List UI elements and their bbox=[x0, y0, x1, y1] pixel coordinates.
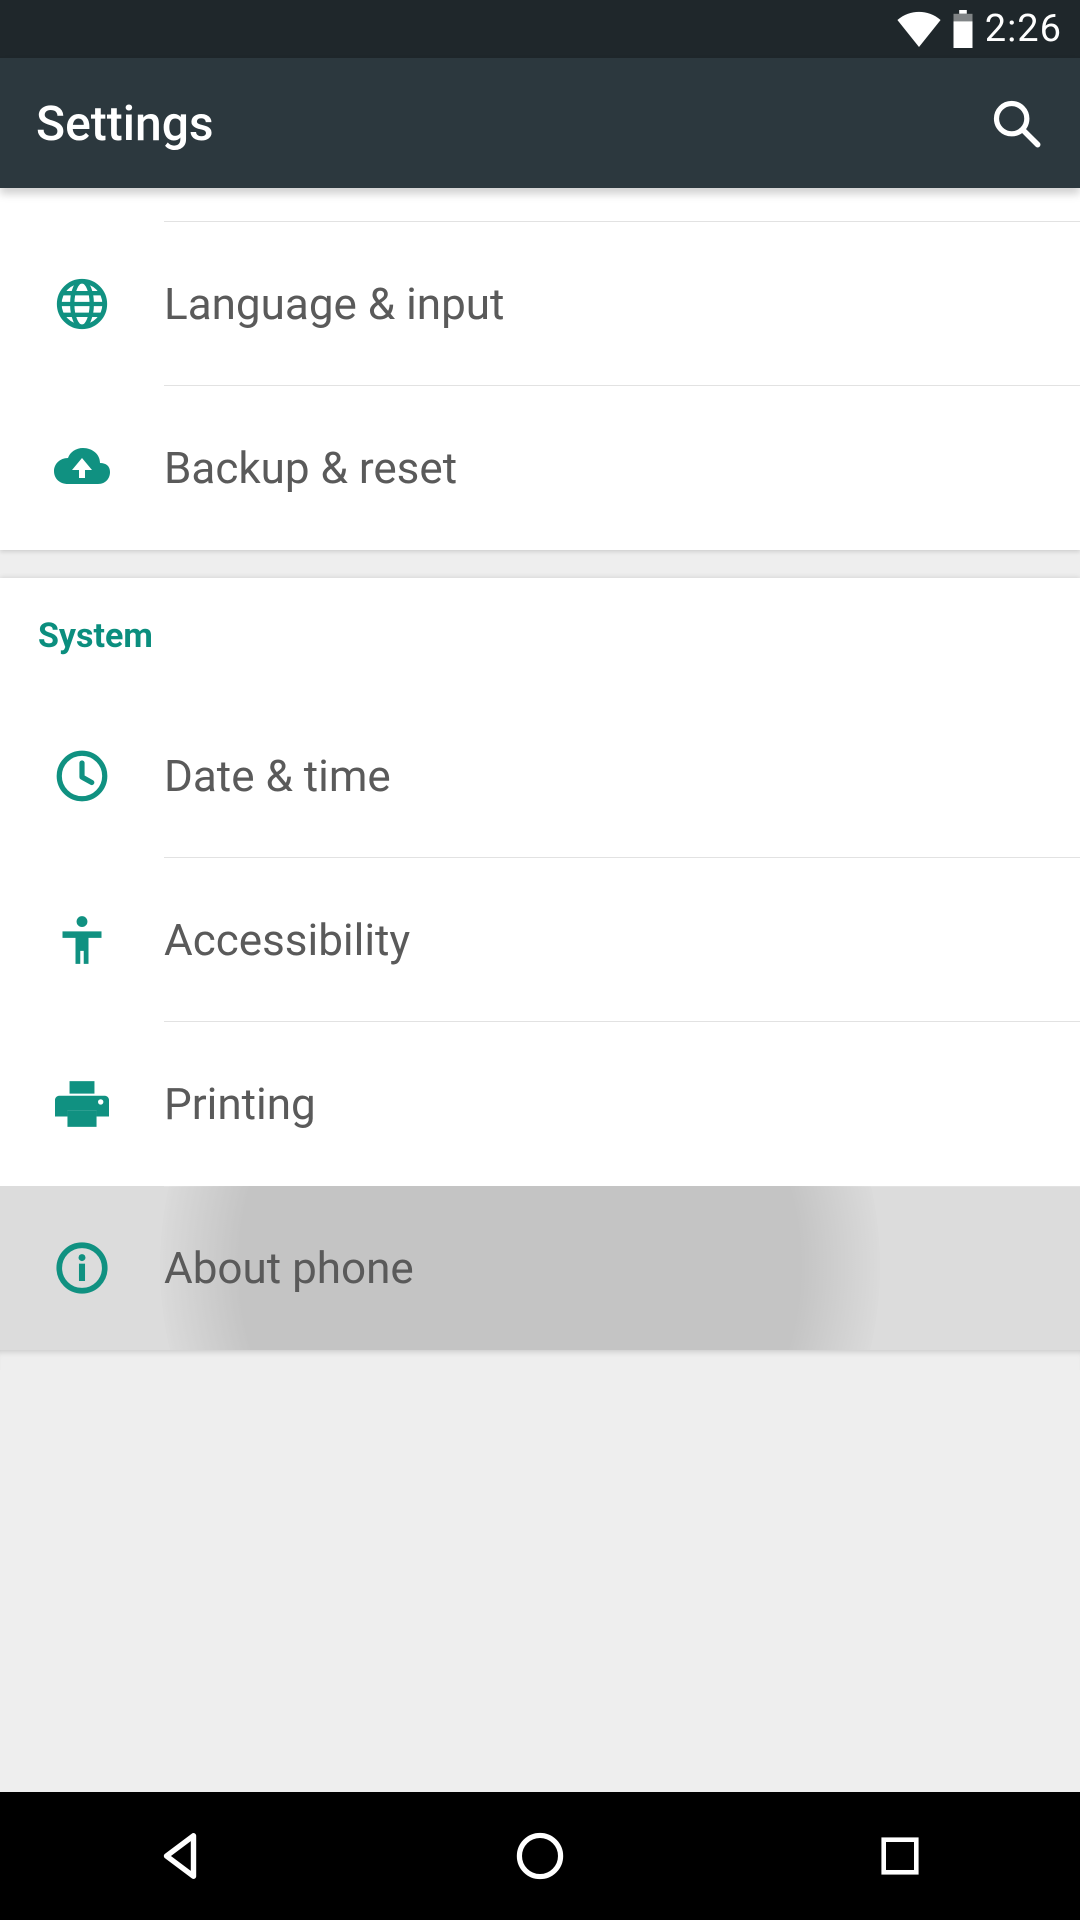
nav-home-button[interactable] bbox=[480, 1816, 600, 1896]
settings-item-about-phone[interactable]: About phone bbox=[0, 1186, 1080, 1350]
settings-item-language-input[interactable]: Language & input bbox=[0, 222, 1080, 386]
accessibility-icon bbox=[56, 914, 108, 966]
settings-item-date-time[interactable]: Date & time bbox=[0, 694, 1080, 858]
navigation-bar bbox=[0, 1792, 1080, 1920]
info-icon bbox=[56, 1242, 108, 1294]
settings-item-label: Backup & reset bbox=[164, 442, 457, 494]
settings-panel-personal: Language & input Backup & reset bbox=[0, 188, 1080, 550]
settings-item-label: Accessibility bbox=[164, 914, 410, 966]
settings-item-backup-reset[interactable]: Backup & reset bbox=[0, 386, 1080, 550]
settings-panel-system: System Date & time bbox=[0, 578, 1080, 1350]
settings-item-label: Printing bbox=[164, 1078, 316, 1130]
back-icon bbox=[153, 1829, 207, 1883]
search-button[interactable] bbox=[988, 95, 1044, 151]
clock-icon bbox=[56, 750, 108, 802]
status-bar: 2:26 bbox=[0, 0, 1080, 58]
settings-item-label: About phone bbox=[164, 1242, 414, 1294]
settings-item-printing[interactable]: Printing bbox=[0, 1022, 1080, 1186]
divider bbox=[164, 1186, 1080, 1187]
app-bar: Settings bbox=[0, 58, 1080, 188]
battery-icon bbox=[951, 10, 975, 48]
settings-item-label: Language & input bbox=[164, 278, 504, 330]
globe-icon bbox=[56, 278, 108, 330]
settings-item-accessibility[interactable]: Accessibility bbox=[0, 858, 1080, 1022]
search-icon bbox=[990, 97, 1042, 149]
recent-apps-icon bbox=[877, 1833, 923, 1879]
home-icon bbox=[514, 1830, 566, 1882]
wifi-icon bbox=[897, 11, 941, 47]
printer-icon bbox=[55, 1079, 109, 1129]
settings-item-label: Date & time bbox=[164, 750, 391, 802]
nav-recent-button[interactable] bbox=[840, 1816, 960, 1896]
status-time: 2:26 bbox=[985, 7, 1062, 51]
page-title: Settings bbox=[36, 95, 214, 152]
section-header-system: System bbox=[0, 578, 1080, 694]
panel-bottom-shadow bbox=[0, 1350, 1080, 1370]
nav-back-button[interactable] bbox=[120, 1816, 240, 1896]
cloud-upload-icon bbox=[52, 446, 112, 490]
settings-list[interactable]: Language & input Backup & reset System bbox=[0, 188, 1080, 1792]
